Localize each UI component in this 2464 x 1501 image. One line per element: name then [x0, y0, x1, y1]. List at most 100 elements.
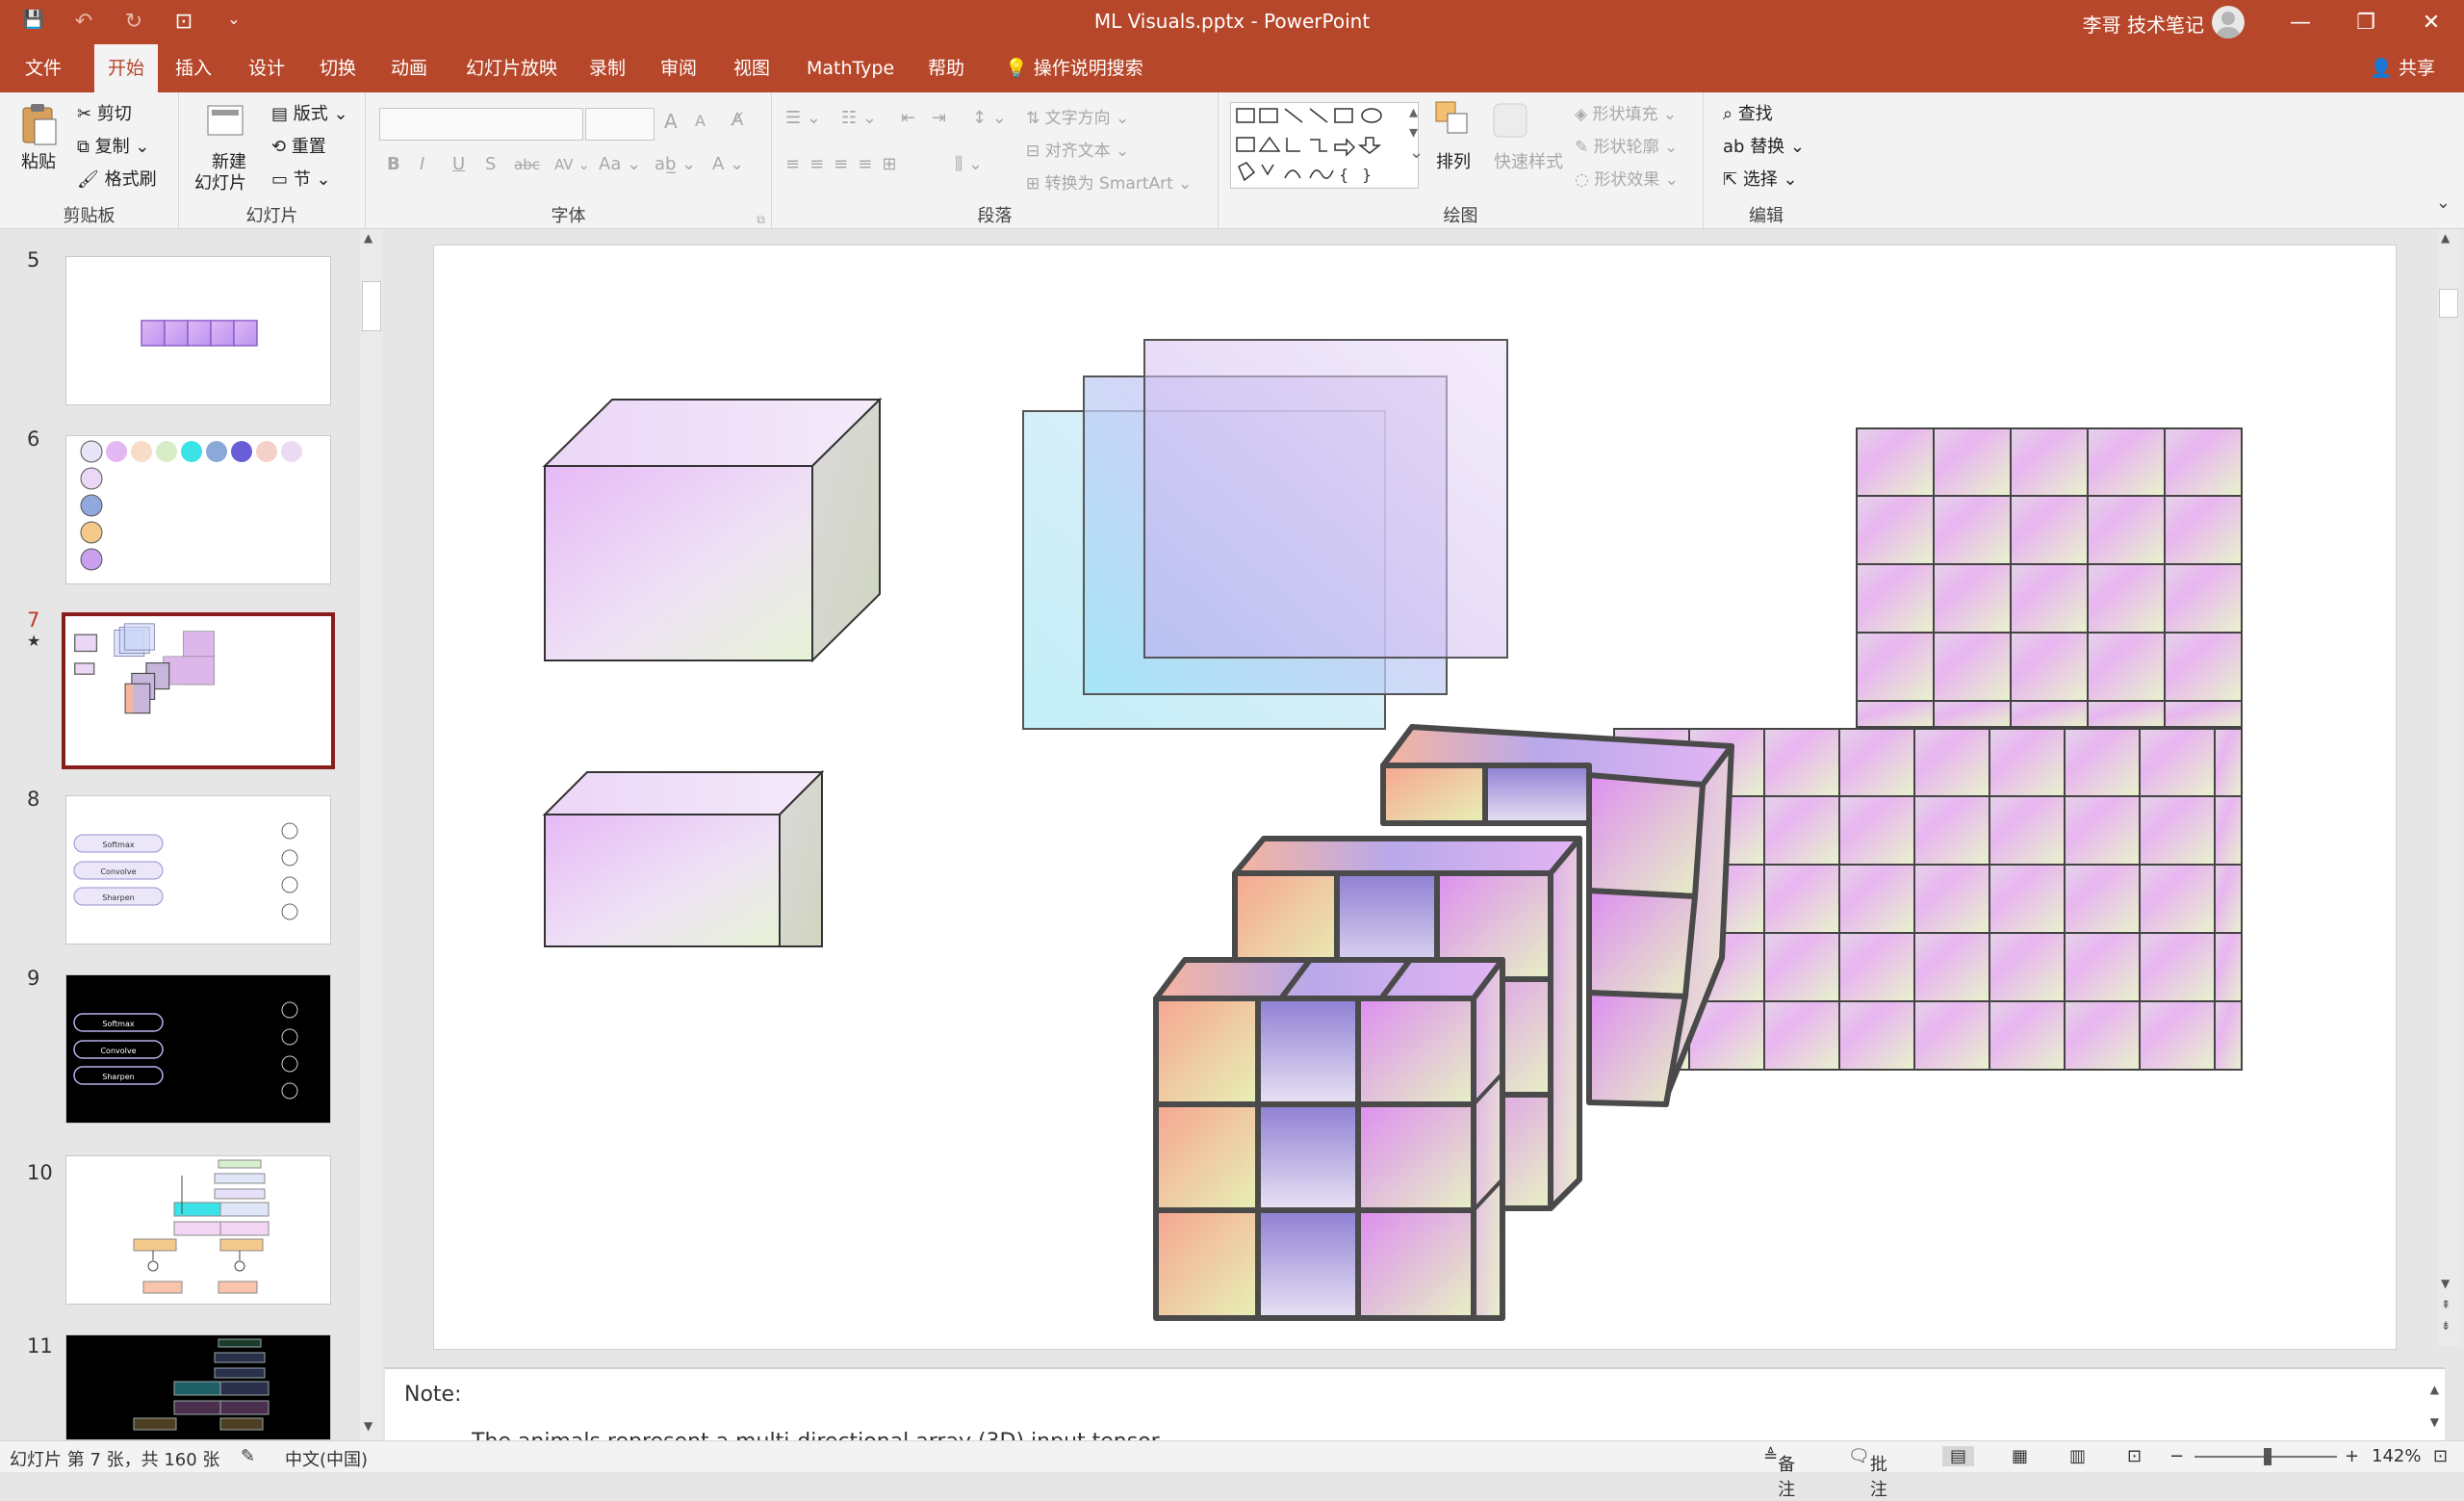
- shape-outline-button[interactable]: ✎ 形状轮廓 ⌄: [1575, 133, 1678, 157]
- clear-format-icon[interactable]: A̸: [732, 110, 743, 130]
- tab-design[interactable]: 设计: [235, 44, 298, 92]
- thumbnail-scrollbar[interactable]: [360, 229, 383, 1440]
- underline-button[interactable]: U: [452, 154, 465, 174]
- user-name[interactable]: 李哥 技术笔记: [2083, 10, 2204, 38]
- format-painter-button[interactable]: 🖌 格式刷: [77, 166, 157, 191]
- shrink-font-button[interactable]: A: [695, 112, 706, 130]
- slide-thumbnail-9[interactable]: Softmax Convolve Sharpen: [65, 974, 331, 1124]
- scroll-up-icon[interactable]: ▲: [364, 231, 372, 245]
- normal-view-icon[interactable]: ▤: [1942, 1446, 1975, 1466]
- reading-view-icon[interactable]: ▥: [2069, 1446, 2086, 1466]
- tab-home[interactable]: 开始: [94, 44, 159, 92]
- bullets-icon[interactable]: ☰ ⌄: [785, 108, 821, 128]
- tab-file[interactable]: 文件: [12, 44, 75, 92]
- spacing-button[interactable]: AV ⌄: [554, 156, 590, 173]
- tab-animations[interactable]: 动画: [377, 44, 441, 92]
- quick-styles-icon[interactable]: [1490, 98, 1532, 142]
- zoom-level[interactable]: 142%: [2372, 1446, 2421, 1466]
- tab-insert[interactable]: 插入: [162, 44, 225, 92]
- animation-star-icon: ★: [27, 632, 41, 650]
- italic-button[interactable]: I: [420, 154, 424, 174]
- close-button[interactable]: ✕: [2399, 0, 2464, 44]
- slide-thumbnail-10[interactable]: [65, 1155, 331, 1305]
- shape-effects-button[interactable]: ◌ 形状效果 ⌄: [1575, 166, 1679, 190]
- share-button[interactable]: 👤 共享: [2370, 44, 2435, 92]
- text-direction-button[interactable]: ⇅ 文字方向 ⌄: [1026, 104, 1129, 128]
- increase-indent-icon[interactable]: ⇥: [932, 108, 946, 128]
- font-name-combo[interactable]: [379, 108, 583, 141]
- tab-mathtype[interactable]: MathType: [793, 44, 908, 92]
- tab-transitions[interactable]: 切换: [306, 44, 370, 92]
- restore-button[interactable]: ❐: [2333, 0, 2399, 44]
- editor-scroll-nav-icons[interactable]: ▼ ⇞ ⇟: [2441, 1273, 2451, 1336]
- alignment-icons[interactable]: ≡≡≡≡⊞: [785, 154, 906, 174]
- zoom-out-icon[interactable]: −: [2169, 1446, 2184, 1466]
- avatar[interactable]: [2212, 6, 2245, 39]
- shapes-gallery[interactable]: {}: [1230, 102, 1419, 189]
- collapse-ribbon-icon[interactable]: ⌄: [2436, 193, 2451, 213]
- decrease-indent-icon[interactable]: ⇤: [901, 108, 915, 128]
- fit-to-window-icon[interactable]: ⊡: [2433, 1446, 2448, 1466]
- slide-thumbnail-11[interactable]: [65, 1334, 331, 1440]
- editor-scrollbar[interactable]: [2437, 229, 2460, 1346]
- font-dialog-launcher-icon[interactable]: ⧉: [757, 213, 765, 227]
- strikethrough-button[interactable]: abc: [514, 156, 540, 173]
- align-text-button[interactable]: ⊟ 对齐文本 ⌄: [1026, 137, 1129, 161]
- editor-scroll-thumb[interactable]: [2439, 289, 2458, 318]
- zoom-in-icon[interactable]: +: [2345, 1446, 2359, 1466]
- language[interactable]: 中文(中国): [285, 1446, 368, 1471]
- select-button[interactable]: ⇱ 选择 ⌄: [1723, 166, 1798, 191]
- layout-button[interactable]: ▤ 版式 ⌄: [271, 100, 348, 125]
- minimize-button[interactable]: —: [2268, 0, 2333, 44]
- tab-slideshow[interactable]: 幻灯片放映: [452, 44, 571, 92]
- notes-pane[interactable]: Note: The animals represent a multi-dire…: [385, 1367, 2445, 1442]
- font-size-combo[interactable]: [585, 108, 654, 141]
- tab-review[interactable]: 审阅: [647, 44, 710, 92]
- slide-thumbnail-6[interactable]: [65, 435, 331, 584]
- scroll-down-icon[interactable]: ▼: [364, 1419, 372, 1433]
- reset-button[interactable]: ⟲ 重置: [271, 133, 326, 158]
- arrange-icon[interactable]: [1432, 98, 1473, 141]
- change-case-button[interactable]: Aa ⌄: [599, 154, 641, 174]
- bold-button[interactable]: B: [387, 154, 400, 174]
- replace-button[interactable]: ab 替换 ⌄: [1723, 133, 1805, 158]
- section-button[interactable]: ▭ 节 ⌄: [271, 166, 331, 191]
- tab-view[interactable]: 视图: [720, 44, 783, 92]
- slide-sorter-icon[interactable]: ▦: [2012, 1446, 2028, 1466]
- tab-help[interactable]: 帮助: [914, 44, 978, 92]
- new-slide-label-2[interactable]: 幻灯片: [194, 169, 246, 194]
- shape-fill-button[interactable]: ◈ 形状填充 ⌄: [1575, 100, 1677, 124]
- shadow-button[interactable]: S: [485, 154, 496, 174]
- slide-thumbnail-8[interactable]: Softmax Convolve Sharpen: [65, 795, 331, 945]
- tell-me-search[interactable]: 💡 操作说明搜索: [991, 44, 1157, 92]
- zoom-slider-thumb[interactable]: [2264, 1448, 2272, 1465]
- highlight-icon[interactable]: ab̲ ⌄: [654, 154, 696, 174]
- copy-button[interactable]: ⧉ 复制 ⌄: [77, 133, 149, 158]
- paste-icon[interactable]: [17, 102, 60, 146]
- columns-icon[interactable]: ⫼ ⌄: [955, 154, 983, 174]
- numbering-icon[interactable]: ☷ ⌄: [841, 108, 877, 128]
- paste-button[interactable]: 粘贴: [21, 148, 56, 173]
- gallery-scroll-icons[interactable]: ▴ ▾ ⌄: [1409, 102, 1424, 163]
- slide-thumbnail-5[interactable]: [65, 256, 331, 405]
- quick-styles-button[interactable]: 快速样式: [1494, 148, 1563, 173]
- comments-button[interactable]: 🗨 批注: [1848, 1446, 1887, 1500]
- editor-scroll-up-icon[interactable]: ▲: [2441, 231, 2450, 245]
- slide-canvas[interactable]: [433, 245, 2397, 1350]
- find-button[interactable]: ⌕ 查找: [1723, 100, 1773, 125]
- spellcheck-icon[interactable]: ✎: [241, 1446, 255, 1466]
- ribbon-tabs: 文件 开始 插入 设计 切换 动画 幻灯片放映 录制 审阅 视图 MathTyp…: [0, 44, 2464, 92]
- slide-thumbnail-7[interactable]: [62, 612, 335, 769]
- slideshow-icon[interactable]: ⊡: [2127, 1446, 2142, 1466]
- convert-smartart-button[interactable]: ⊞ 转换为 SmartArt ⌄: [1026, 169, 1192, 194]
- grow-font-button[interactable]: A: [664, 110, 678, 133]
- line-spacing-icon[interactable]: ↕ ⌄: [972, 108, 1007, 128]
- font-color-icon[interactable]: A ⌄: [712, 154, 744, 174]
- tab-record[interactable]: 录制: [576, 44, 639, 92]
- notes-scroll-icons[interactable]: ▲ ▼: [2430, 1373, 2439, 1438]
- thumbnail-scroll-thumb[interactable]: [362, 281, 381, 331]
- cut-button[interactable]: ✂ 剪切: [77, 100, 132, 125]
- arrange-button[interactable]: 排列: [1436, 148, 1471, 173]
- notes-toggle-button[interactable]: ≜ 备注: [1763, 1446, 1795, 1500]
- new-slide-icon[interactable]: [204, 100, 246, 144]
